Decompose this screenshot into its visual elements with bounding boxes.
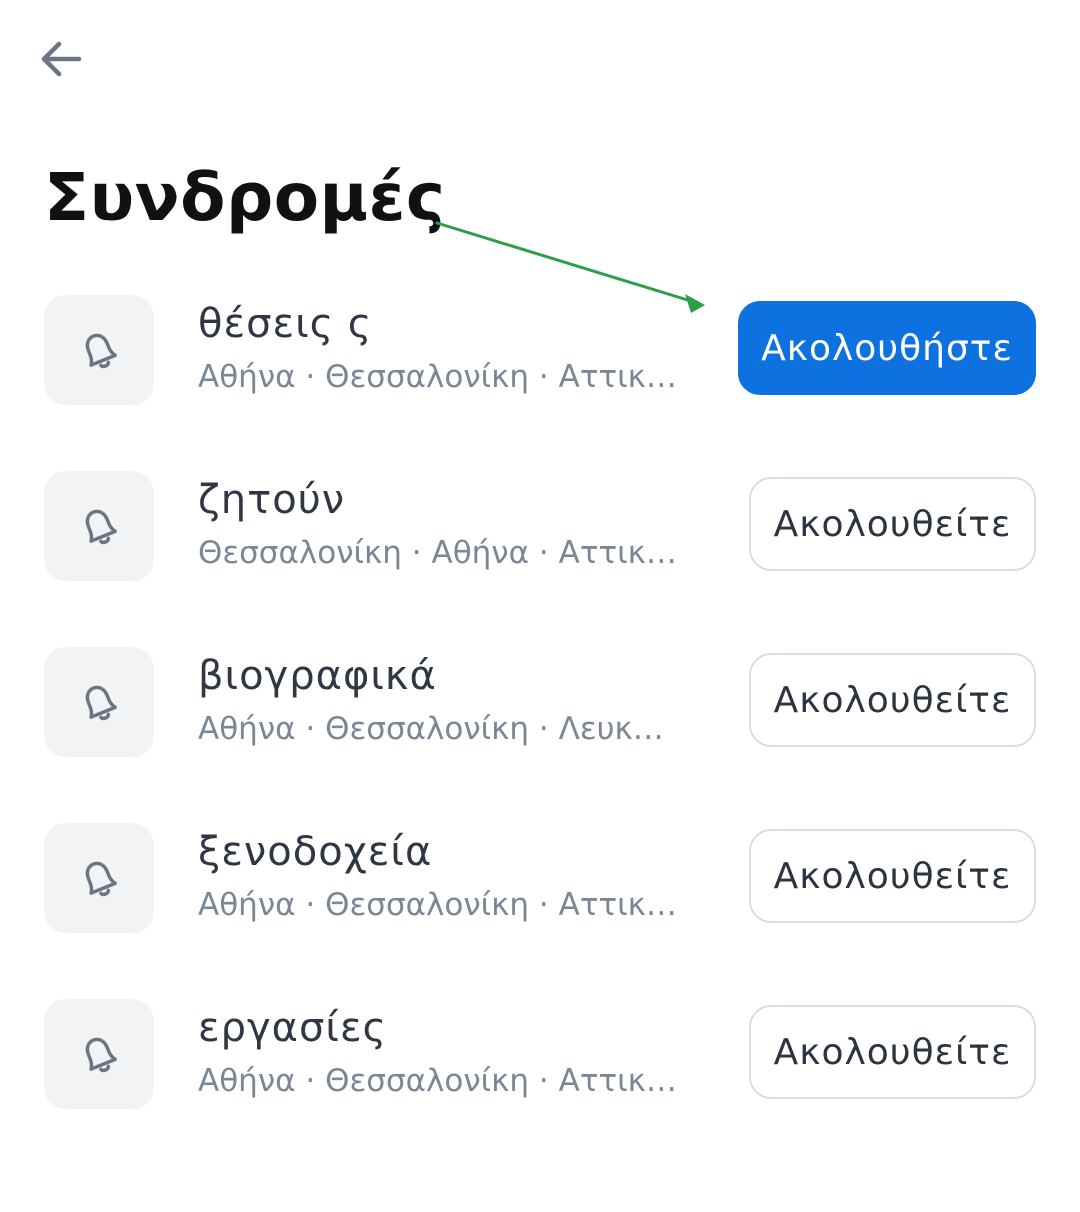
bell-icon <box>85 509 117 545</box>
arrow-left-icon <box>41 41 82 77</box>
bell-tile <box>44 471 154 581</box>
subscription-title: ξενοδοχεία <box>198 829 433 875</box>
bell-icon <box>85 333 117 369</box>
back-button[interactable] <box>32 30 90 88</box>
subscription-locations: Θεσσαλονίκη · Αθήνα · Αττική ·… <box>198 535 688 571</box>
bell-tile <box>44 999 154 1109</box>
subscription-locations: Αθήνα · Θεσσαλονίκη · Λευκωσ… <box>198 711 688 747</box>
list-item: ζητούν Θεσσαλονίκη · Αθήνα · Αττική ·… Α… <box>0 469 1080 645</box>
follow-button[interactable]: Ακολουθήστε <box>738 301 1036 395</box>
following-button[interactable]: Ακολουθείτε <box>749 477 1036 571</box>
subscriptions-list: θέσεις ς Αθήνα · Θεσσαλονίκη · Αττική ·…… <box>0 293 1080 1173</box>
list-item: ξενοδοχεία Αθήνα · Θεσσαλονίκη · Αττική … <box>0 821 1080 997</box>
bell-tile <box>44 823 154 933</box>
page-title: Συνδρομές <box>44 159 446 236</box>
bell-icon <box>85 861 117 897</box>
following-button[interactable]: Ακολουθείτε <box>749 829 1036 923</box>
subscription-title: ζητούν <box>198 477 346 523</box>
bell-icon <box>85 1037 117 1073</box>
subscription-title: βιογραφικά <box>198 653 437 699</box>
list-item: βιογραφικά Αθήνα · Θεσσαλονίκη · Λευκωσ…… <box>0 645 1080 821</box>
following-button[interactable]: Ακολουθείτε <box>749 653 1036 747</box>
list-item: θέσεις ς Αθήνα · Θεσσαλονίκη · Αττική ·…… <box>0 293 1080 469</box>
subscription-locations: Αθήνα · Θεσσαλονίκη · Αττική ·… <box>198 887 688 923</box>
bell-tile <box>44 295 154 405</box>
bell-tile <box>44 647 154 757</box>
subscription-title: θέσεις ς <box>198 301 373 347</box>
list-item: εργασίες Αθήνα · Θεσσαλονίκη · Αττική ·…… <box>0 997 1080 1173</box>
subscription-locations: Αθήνα · Θεσσαλονίκη · Αττική ·… <box>198 359 688 395</box>
bell-icon <box>85 685 117 721</box>
subscription-locations: Αθήνα · Θεσσαλονίκη · Αττική ·… <box>198 1063 688 1099</box>
following-button[interactable]: Ακολουθείτε <box>749 1005 1036 1099</box>
subscription-title: εργασίες <box>198 1005 388 1051</box>
